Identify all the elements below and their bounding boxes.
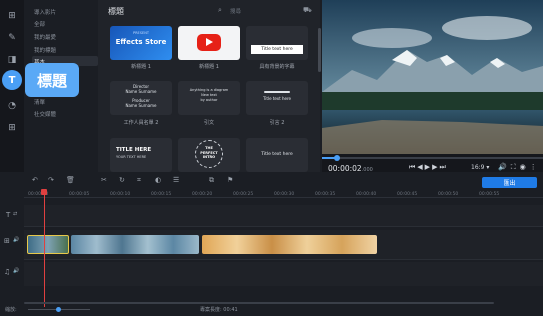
title-thumb-quote-2[interactable]: Title text here bbox=[246, 81, 308, 115]
ruler-tick: 00:00:25 bbox=[233, 192, 254, 197]
video-track-icon: ⊞ bbox=[4, 237, 10, 245]
category-item[interactable]: 我的最愛 bbox=[34, 33, 56, 41]
preview-image bbox=[322, 0, 543, 154]
titles-panel: 標題 ⌕ 搜尋 ⛟ PRESENT Effects Store 新標題 1 新標… bbox=[98, 0, 321, 182]
title-thumb-background-caption[interactable]: Title text here bbox=[246, 26, 308, 60]
titles-callout-label: 標題 bbox=[25, 63, 79, 97]
title-label: 具有背景的字幕 bbox=[259, 64, 295, 70]
title-thumb-youtube[interactable] bbox=[178, 26, 240, 60]
titles-callout[interactable]: T 標題 bbox=[0, 62, 82, 98]
aspect-ratio-select[interactable]: 16:9 ▾ bbox=[471, 164, 489, 171]
category-item[interactable]: 導入影片 bbox=[34, 8, 56, 16]
title-thumb-effects-store[interactable]: PRESENT Effects Store bbox=[110, 26, 172, 60]
category-item[interactable]: 清單 bbox=[34, 98, 45, 106]
record-icon[interactable]: ⧉ bbox=[209, 176, 214, 185]
title-label: 新標題 1 bbox=[199, 64, 219, 70]
ruler-tick: 00:00:05 bbox=[69, 192, 90, 197]
title-label: 引言 2 bbox=[269, 120, 285, 126]
ruler-tick: 00:00:15 bbox=[151, 192, 172, 197]
ruler-tick: 00:00:50 bbox=[438, 192, 459, 197]
video-mute-icon[interactable]: 🔊 bbox=[13, 237, 19, 243]
clip-properties-icon[interactable]: ☰ bbox=[173, 176, 179, 184]
delete-icon[interactable]: 🗑 bbox=[66, 176, 75, 184]
category-item[interactable]: 全部 bbox=[34, 20, 45, 28]
ruler-tick: 00:00:35 bbox=[315, 192, 336, 197]
project-duration: 專案長度: 00:41 bbox=[200, 307, 238, 313]
title-label: 新標題 1 bbox=[131, 64, 151, 70]
ruler-tick: 00:00:40 bbox=[356, 192, 377, 197]
panel-title: 標題 bbox=[108, 7, 124, 16]
playhead[interactable] bbox=[43, 195, 45, 307]
preview-scrubber[interactable] bbox=[322, 157, 543, 159]
export-button[interactable]: 匯出 bbox=[482, 177, 537, 188]
ruler-tick: 00:00:10 bbox=[110, 192, 131, 197]
track-options-icon[interactable]: ⇄ bbox=[13, 211, 17, 217]
preview-tools[interactable]: 🔊⛶◉⋮ bbox=[498, 163, 541, 172]
filters-icon[interactable]: ✎ bbox=[4, 30, 20, 46]
title-thumb-title-here[interactable]: TITLE HERE YOUR TEXT HERE bbox=[110, 138, 172, 172]
timeline-toolbar: ↶ ↷ 🗑 ✂ ↻ ⌗ ◐ ☰ ⧉ ⚑ bbox=[0, 176, 543, 188]
cart-icon[interactable]: ⛟ bbox=[303, 6, 312, 15]
preview-panel: 00:00:02.000 ⏮◀▶▶⏭ 16:9 ▾ 🔊⛶◉⋮ bbox=[322, 0, 543, 182]
marker-icon[interactable]: ⚑ bbox=[227, 176, 233, 184]
rotate-icon[interactable]: ↻ bbox=[119, 176, 125, 184]
zoom-label: 縮放: bbox=[5, 307, 17, 313]
crop-icon[interactable]: ⌗ bbox=[137, 176, 141, 185]
timeline-scrollbar[interactable] bbox=[24, 302, 494, 304]
undo-icon[interactable]: ↶ bbox=[32, 176, 38, 184]
zoom-slider-handle[interactable] bbox=[56, 307, 61, 312]
ruler-tick: 00:00:45 bbox=[397, 192, 418, 197]
more-tools-icon[interactable]: ⊞ bbox=[4, 120, 20, 136]
split-icon[interactable]: ✂ bbox=[101, 176, 107, 184]
playback-controls[interactable]: ⏮◀▶▶⏭ bbox=[409, 163, 448, 172]
play-icon bbox=[206, 38, 213, 46]
video-clip[interactable] bbox=[202, 235, 377, 254]
title-thumb-quote[interactable]: Anything is a diagram New text by author bbox=[178, 81, 240, 115]
search-input[interactable]: 搜尋 bbox=[230, 7, 241, 15]
video-clip-selected[interactable] bbox=[27, 235, 69, 254]
title-thumb-plain[interactable]: Title text here bbox=[246, 138, 308, 172]
title-label: 工作人員名單 2 bbox=[123, 120, 159, 126]
ruler-tick: 00:00:30 bbox=[274, 192, 295, 197]
redo-icon[interactable]: ↷ bbox=[48, 176, 54, 184]
search-icon[interactable]: ⌕ bbox=[218, 6, 222, 15]
title-track-icon: T bbox=[6, 211, 11, 219]
titles-icon[interactable]: T bbox=[2, 70, 22, 90]
color-adjust-icon[interactable]: ◐ bbox=[155, 176, 161, 184]
audio-track[interactable] bbox=[24, 262, 543, 286]
title-track[interactable] bbox=[24, 205, 543, 227]
ruler-tick: 00:00:20 bbox=[192, 192, 213, 197]
title-thumb-credits[interactable]: Director Name Surname Producer Name Surn… bbox=[110, 81, 172, 115]
scrollbar[interactable] bbox=[318, 28, 321, 72]
video-clip[interactable] bbox=[71, 235, 199, 254]
audio-mute-icon[interactable]: 🔊 bbox=[13, 268, 19, 274]
title-label: 引文 bbox=[203, 120, 214, 126]
category-item[interactable]: 社交媒體 bbox=[34, 110, 56, 118]
audio-track-icon: ♫ bbox=[4, 268, 11, 276]
ruler-tick: 00:00:55 bbox=[479, 192, 500, 197]
import-icon[interactable]: ⊞ bbox=[4, 8, 20, 24]
category-item[interactable]: 我的標題 bbox=[34, 46, 56, 54]
scrubber-handle[interactable] bbox=[334, 155, 340, 161]
stickers-icon[interactable]: ◔ bbox=[4, 98, 20, 114]
title-thumb-perfect-intro[interactable]: THE PERFECT INTRO bbox=[178, 138, 240, 172]
